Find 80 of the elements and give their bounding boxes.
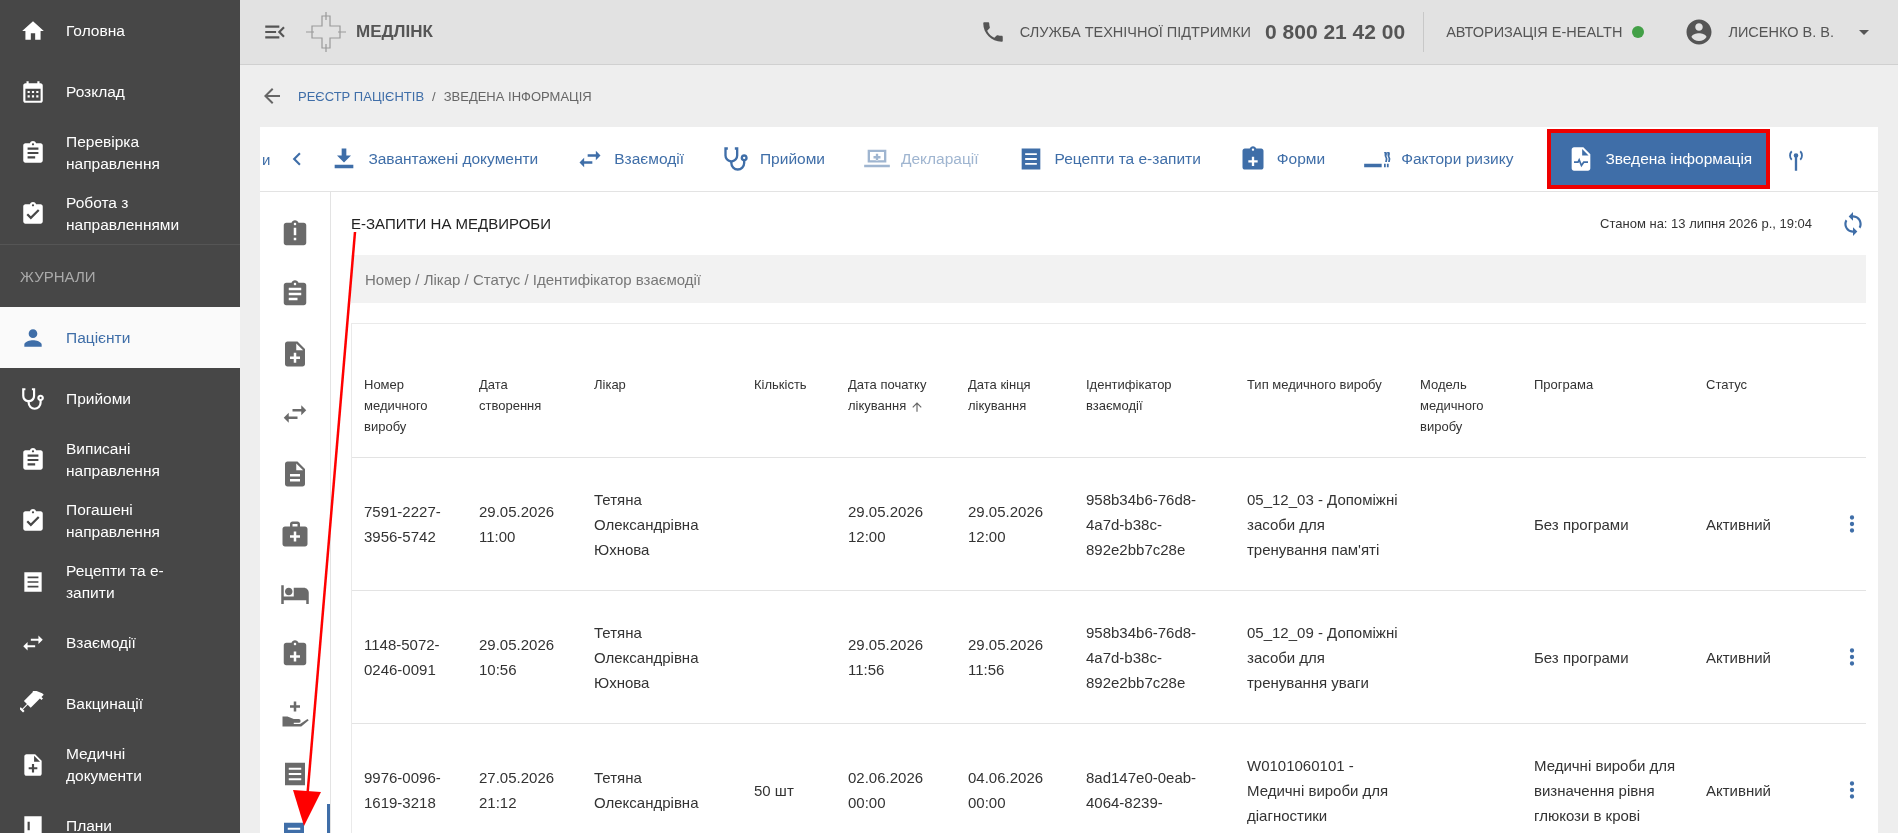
column-header[interactable]: Номер медичного виробу (352, 324, 467, 437)
table-cell-text: Медичні вироби для визначення рівня глюкози в крові (1533, 755, 1677, 826)
table-cell-text: 7591-2227-3956-5742 (363, 502, 442, 547)
column-header[interactable]: Лікар (582, 324, 742, 395)
table-cell-text: 29.05.2026 12:00 (847, 502, 925, 547)
table-cell-text: 29.05.2026 11:00 (478, 502, 556, 547)
tab[interactable]: Прийоми (721, 133, 825, 185)
sidebar-item[interactable]: Погашені направлення (0, 490, 240, 551)
support-label: СЛУЖБА ТЕХНІЧНОЇ ПІДТРИМКИ (1019, 24, 1251, 40)
tab[interactable]: Фактори ризику (1363, 133, 1514, 185)
sidebar-item[interactable]: Взаємодії (0, 612, 240, 673)
sidebar-item[interactable]: Перевірка направлення (0, 122, 240, 183)
breadcrumb-separator: / (432, 88, 436, 104)
table-cell-text: 05_12_03 - Допоміжні засоби для тренування пам'яті (1246, 489, 1399, 560)
table-cell-text: 958b34b6-76d8-4a7d-b38c-892e2bb7c28e (1085, 622, 1198, 693)
tab[interactable]: Форми (1238, 133, 1326, 185)
table-cell-text: 04.06.2026 00:00 (967, 768, 1045, 813)
column-header[interactable]: Кількість (742, 324, 836, 395)
table-cell-text: Тетяна Олександрівна Юхнова (593, 489, 700, 560)
table-cell-text: Без програми (1533, 514, 1630, 535)
column-header[interactable]: Дата початку лікування (836, 324, 956, 416)
timestamp: Станом на: 13 липня 2026 р., 19:04 (1600, 216, 1812, 231)
stethoscope-icon (721, 145, 750, 173)
clipboard-check-icon (20, 507, 46, 534)
sidebar-item[interactable]: Медичні документи (0, 734, 240, 795)
table-cell-text: 02.06.2026 00:00 (847, 768, 925, 813)
table-cell-text: Активний (1705, 780, 1772, 801)
table-cell-text: 05_12_09 - Допоміжні засоби для тренування уваги (1246, 622, 1399, 693)
calendar-icon (20, 78, 46, 105)
section-title: Е-ЗАПИТИ НА МЕДВИРОБИ (351, 215, 552, 232)
column-header[interactable]: Дата створення (467, 324, 582, 416)
table-cell-text: 29.05.2026 11:56 (847, 635, 925, 680)
column-header[interactable]: Модель медичного виробу (1408, 324, 1522, 437)
sidebar-item[interactable]: Пацієнти (0, 307, 240, 368)
sidebar-item[interactable]: Прийоми (0, 368, 240, 429)
tab[interactable]: Взаємодії (576, 133, 684, 185)
table-cell-text: Без програми (1533, 647, 1630, 668)
tab[interactable]: Завантажені документи (330, 133, 539, 185)
sidebar-item[interactable]: Плани (0, 795, 240, 833)
column-header[interactable]: Тип медичного виробу (1235, 324, 1408, 395)
logo-text: МЕДЛІНК (356, 22, 433, 42)
sidebar-item[interactable]: Рецепти та е-запити (0, 551, 240, 612)
ehealth-label[interactable]: АВТОРИЗАЦІЯ E-HEALTH (1446, 24, 1623, 40)
sidebar-item[interactable]: Робота з направленнями (0, 183, 240, 244)
breadcrumb-link[interactable]: РЕЄСТР ПАЦІЄНТІВ (298, 88, 425, 104)
stethoscope-icon (20, 385, 46, 412)
column-header[interactable]: Статус (1694, 324, 1833, 395)
table-cell-text: Тетяна Олександрівна Юхнова (593, 622, 700, 693)
column-header[interactable]: Ідентифікатор взаємодії (1074, 324, 1235, 416)
medkit-icon (280, 519, 310, 549)
logo-icon (306, 12, 346, 52)
clipboard-icon (20, 139, 46, 166)
table-cell-text: 29.05.2026 10:56 (478, 635, 556, 680)
tab[interactable]: Рецепти та е-запити (1016, 133, 1201, 185)
table-cell-text: 8ad147e0-0eab-4064-8239- (1085, 768, 1198, 813)
column-header[interactable]: Програма (1522, 324, 1694, 395)
search-field[interactable]: Номер / Лікар / Статус / Ідентифікатор взаємодії (351, 255, 1866, 303)
table-cell-text: 958b34b6-76d8-4a7d-b38c-892e2bb7c28e (1085, 489, 1198, 560)
clipboard-icon (20, 446, 46, 473)
table-cell-text: Активний (1705, 647, 1772, 668)
table-cell-text: 9976-0096-1619-3218 (363, 768, 442, 813)
table-cell-text: 29.05.2026 11:56 (967, 635, 1045, 680)
sidebar-item[interactable]: Головна (0, 0, 240, 61)
hand-plus-icon (280, 699, 310, 729)
table-cell-text: 50 шт (753, 780, 795, 801)
table-cell-text: W0101060101 - Медичні вироби для діагностики (1246, 755, 1390, 826)
table-cell-text: 27.05.2026 21:12 (478, 768, 556, 813)
clipboard-check-icon (20, 200, 46, 227)
table-cell-text: Активний (1705, 514, 1772, 535)
sidebar-item[interactable]: Вакцинації (0, 673, 240, 734)
table-cell-text: Тетяна Олександрівна (593, 768, 700, 813)
breadcrumb-current: ЗВЕДЕНА ІНФОРМАЦІЯ (443, 88, 592, 104)
sidebar-item[interactable]: Виписані направлення (0, 429, 240, 490)
sidebar-item[interactable]: Розклад (0, 61, 240, 122)
tab-label[interactable]: и (262, 150, 271, 168)
table-cell-text: 1148-5072-0246-0091 (363, 635, 441, 680)
user-name[interactable]: ЛИСЕНКО В. В. (1728, 24, 1834, 40)
table-cell-text: 29.05.2026 12:00 (967, 502, 1045, 547)
support-phone: 0 800 21 42 00 (1265, 20, 1406, 44)
column-header[interactable]: Дата кінця лікування (956, 324, 1074, 416)
